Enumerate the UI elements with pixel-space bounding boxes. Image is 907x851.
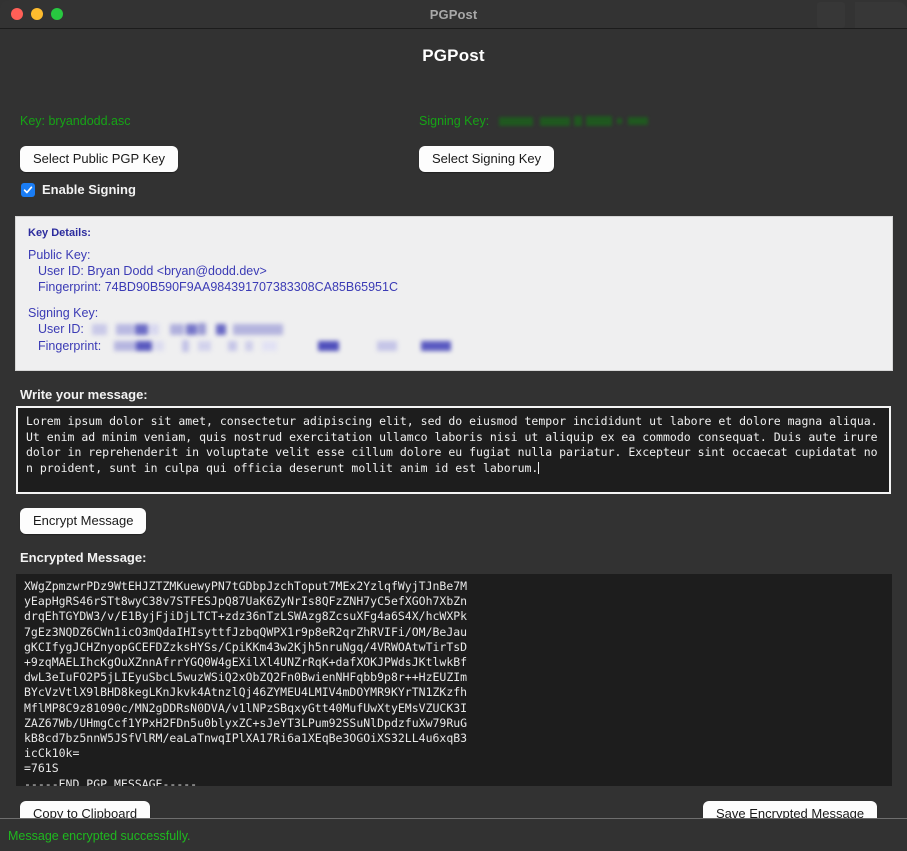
message-text: Lorem ipsum dolor sit amet, consectetur … [26,414,885,475]
signing-key-value-redacted [493,114,648,128]
signing-key-user-id-redacted [87,321,284,337]
window-title: PGPost [429,6,478,22]
select-public-pgp-key-button[interactable]: Select Public PGP Key [20,146,178,172]
app-window: PGPost PGPost Key: bryandodd.asc Signing… [0,0,907,851]
public-key-heading: Public Key: [28,248,91,262]
titlebar-decoration-right [855,2,907,28]
encrypted-message-text: XWgZpmzwrPDz9WtEHJZTZMKuewyPN7tGDbpJzchT… [24,579,468,786]
signing-key-label: Signing Key: [419,114,490,128]
page-title: PGPost [422,46,485,65]
text-cursor [538,461,540,474]
signing-key-user-id-row: User ID: [28,321,880,338]
enable-signing-label: Enable Signing [42,182,136,197]
enable-signing-checkbox[interactable] [21,182,35,197]
encrypted-message-label: Encrypted Message: [20,550,147,565]
public-key-fingerprint: Fingerprint: 74BD90B590F9AA9843917073833… [38,280,398,294]
write-message-label: Write your message: [20,387,148,402]
encrypted-message-output[interactable]: XWgZpmzwrPDz9WtEHJZTZMKuewyPN7tGDbpJzchT… [16,574,892,786]
window-controls [11,8,63,20]
signing-key-fingerprint-redacted [105,337,451,353]
select-signing-key-button[interactable]: Select Signing Key [419,146,555,172]
title-bar: PGPost [0,0,907,29]
status-bar: Message encrypted successfully. [0,818,907,851]
key-details-panel: Key Details: Public Key: User ID: Bryan … [15,216,893,371]
public-key-user-id: User ID: Bryan Dodd <bryan@dodd.dev> [38,264,267,278]
minimize-window-button[interactable] [31,8,43,20]
status-message: Message encrypted successfully. [8,828,191,843]
maximize-window-button[interactable] [51,8,63,20]
titlebar-decoration-left [817,2,845,28]
signing-key-user-id-label: User ID: [38,322,84,336]
signing-key-status: Signing Key: [419,114,648,129]
signing-key-fingerprint-label: Fingerprint: [38,338,102,353]
signing-key-fingerprint-row: Fingerprint: [28,338,880,355]
key-details-spacer [28,295,880,305]
public-key-status: Key: bryandodd.asc [20,114,131,128]
encrypt-message-button[interactable]: Encrypt Message [20,508,147,534]
key-details-heading: Key Details: [28,227,91,239]
message-input[interactable]: Lorem ipsum dolor sit amet, consectetur … [16,406,891,494]
enable-signing-row[interactable]: Enable Signing [21,182,136,197]
close-window-button[interactable] [11,8,23,20]
signing-key-heading: Signing Key: [28,306,99,320]
checkmark-icon [23,185,33,193]
main-content: PGPost Key: bryandodd.asc Signing Key: S… [0,29,907,851]
